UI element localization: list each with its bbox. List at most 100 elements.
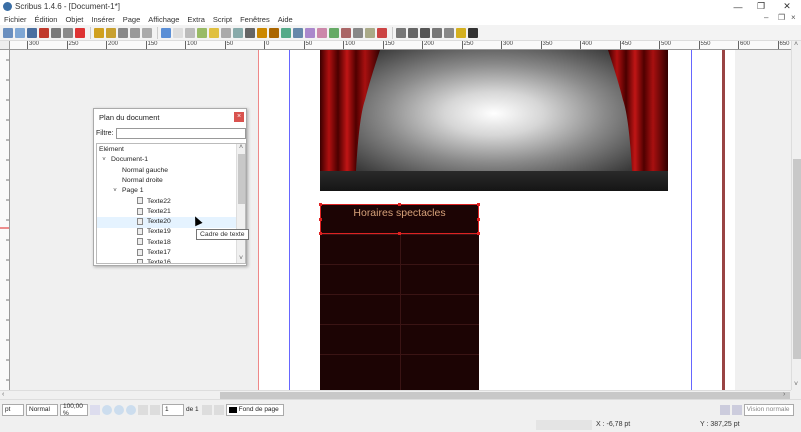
zoom-100-icon[interactable] [114, 404, 124, 415]
pdf-checkbox-icon[interactable] [420, 27, 430, 38]
link-frames-icon[interactable] [329, 27, 339, 38]
resize-handle-sw[interactable] [319, 232, 322, 235]
vertical-scrollbar[interactable]: ˄ ˅ [791, 41, 801, 390]
tree-item-frame[interactable]: Texte21 [97, 207, 236, 218]
mdi-restore-button[interactable]: ❐ [778, 13, 785, 22]
tree-scrollbar[interactable]: ˄ ˅ [236, 144, 245, 263]
text-frame-icon[interactable] [173, 27, 183, 38]
preflight-icon[interactable] [63, 27, 73, 38]
outline-tree[interactable]: Texte16 Texte17 Texte18 Texte19 Texte20 Texte… [96, 143, 246, 264]
pdf-annotation-icon[interactable] [456, 27, 466, 38]
color-management-icon[interactable] [719, 404, 730, 415]
view-mode-select[interactable]: Vision normale [743, 403, 794, 416]
last-page-icon[interactable] [213, 404, 224, 415]
tree-item[interactable]: Normal gauche [97, 166, 236, 177]
measure-icon[interactable] [353, 27, 363, 38]
menu-page[interactable]: Page [119, 15, 145, 24]
image-frame-icon[interactable] [185, 27, 195, 38]
zoom-in-icon[interactable] [126, 404, 136, 415]
menu-inserer[interactable]: Insérer [87, 15, 118, 24]
tree-scroll-up-icon[interactable]: ˄ [239, 144, 243, 151]
render-frame-icon[interactable] [197, 27, 207, 38]
scroll-right-arrow-icon[interactable]: › [783, 391, 785, 398]
panel-close-button[interactable]: × [234, 112, 244, 122]
copy-icon[interactable] [130, 27, 140, 38]
pdf-combobox-icon[interactable] [432, 27, 442, 38]
filter-input[interactable] [116, 128, 246, 139]
document-outline-panel[interactable]: Plan du document × Filtre: Texte16 Texte1… [93, 108, 247, 266]
table-icon[interactable] [209, 27, 219, 38]
zoom-out-icon[interactable] [102, 404, 112, 415]
maximize-button[interactable]: ❐ [750, 0, 772, 13]
preview-eye-icon[interactable] [731, 404, 742, 415]
zoom-icon[interactable] [293, 27, 303, 38]
rotate-icon[interactable] [281, 27, 291, 38]
vertical-scroll-thumb[interactable] [793, 159, 801, 359]
menu-extra[interactable]: Extra [183, 15, 209, 24]
resize-handle-se[interactable] [477, 232, 480, 235]
resize-handle-n[interactable] [398, 203, 401, 206]
zoom-field[interactable]: 100,00 % [60, 403, 88, 417]
tree-item[interactable]: Normal droite [97, 176, 236, 187]
edit-content-icon[interactable] [305, 27, 315, 38]
open-icon[interactable] [15, 27, 25, 38]
minimize-button[interactable]: — [727, 0, 749, 13]
menu-affichage[interactable]: Affichage [144, 15, 183, 24]
scroll-up-arrow-icon[interactable]: ˄ [794, 41, 798, 48]
tree-scroll-down-icon[interactable]: ˅ [239, 255, 243, 262]
close-doc-icon[interactable] [39, 27, 49, 38]
menu-script[interactable]: Script [209, 15, 236, 24]
horizontal-ruler[interactable]: 300 250 200 150 100 50 0 50 100 150 200 250 300 350 40… [10, 41, 801, 50]
edit-text-icon[interactable] [317, 27, 327, 38]
unlink-frames-icon[interactable] [341, 27, 351, 38]
pdf-textfield-icon[interactable] [408, 27, 418, 38]
tree-item-frame[interactable]: Texte17 [97, 248, 236, 259]
save-icon[interactable] [27, 27, 37, 38]
cut-icon[interactable] [118, 27, 128, 38]
tree-item[interactable]: ˅ Document-1 [97, 155, 236, 166]
tree-item-frame[interactable]: Texte20 [97, 217, 236, 228]
menu-aide[interactable]: Aide [274, 15, 297, 24]
pdf-icon[interactable] [75, 27, 85, 38]
resize-handle-s[interactable] [398, 232, 401, 235]
next-page-icon[interactable] [201, 404, 212, 415]
resize-handle-nw[interactable] [319, 203, 322, 206]
new-icon[interactable] [3, 27, 13, 38]
mode-select[interactable]: Normal [26, 403, 58, 416]
menu-edition[interactable]: Édition [31, 15, 62, 24]
expand-chevron-icon[interactable]: ˅ [111, 186, 119, 197]
print-icon[interactable] [51, 27, 61, 38]
line-icon[interactable] [245, 27, 255, 38]
pdf-listbox-icon[interactable] [444, 27, 454, 38]
menu-fenetres[interactable]: Fenêtres [236, 15, 274, 24]
shape-icon[interactable] [221, 27, 231, 38]
redo-icon[interactable] [106, 27, 116, 38]
horizontal-scrollbar[interactable]: ‹ › [0, 390, 791, 399]
eyedropper-icon[interactable] [377, 27, 387, 38]
expand-chevron-icon[interactable]: ˅ [100, 155, 108, 166]
resize-handle-ne[interactable] [477, 203, 480, 206]
scroll-left-arrow-icon[interactable]: ‹ [2, 391, 4, 398]
tree-item[interactable]: ˅ Page 1 [97, 186, 236, 197]
schedule-table-frame[interactable]: Horaires spectacles [319, 203, 480, 390]
menu-fichier[interactable]: Fichier [0, 15, 31, 24]
stage-curtain-image[interactable] [320, 50, 668, 191]
select-icon[interactable] [161, 27, 171, 38]
copy-props-icon[interactable] [365, 27, 375, 38]
bezier-icon[interactable] [257, 27, 267, 38]
vertical-ruler[interactable] [0, 50, 10, 390]
unit-select[interactable]: pt [2, 403, 24, 416]
resize-handle-e[interactable] [477, 218, 480, 221]
scroll-down-arrow-icon[interactable]: ˅ [794, 381, 798, 388]
close-window-button[interactable]: ✕ [776, 0, 798, 13]
paste-icon[interactable] [142, 27, 152, 38]
tree-item-frame[interactable]: Texte16 [97, 258, 236, 263]
pdf-button-icon[interactable] [396, 27, 406, 38]
page-number-field[interactable]: 1 [162, 403, 184, 416]
tree-scroll-thumb[interactable] [238, 154, 245, 204]
first-page-icon[interactable] [138, 404, 148, 415]
prev-page-icon[interactable] [150, 404, 160, 415]
tree-item-frame[interactable]: Texte22 [97, 197, 236, 208]
zoom-stepper-icon[interactable] [90, 404, 100, 415]
mdi-minimize-button[interactable]: – [764, 13, 768, 22]
